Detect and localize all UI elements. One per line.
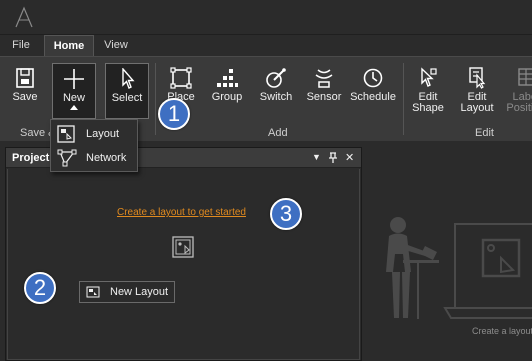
label-position-label-2: Position bbox=[506, 102, 532, 114]
new-dropdown-menu: Layout Network bbox=[50, 119, 138, 172]
callout-2: 2 bbox=[24, 272, 56, 304]
group-label: Group bbox=[211, 91, 243, 103]
panel-menu-icon[interactable]: ▼ bbox=[312, 152, 321, 162]
canvas-hint-text: Create a layout bbox=[472, 326, 532, 336]
layout-placeholder-icon bbox=[172, 236, 194, 258]
select-label: Select bbox=[111, 92, 143, 104]
tab-view[interactable]: View bbox=[98, 35, 134, 56]
switch-button[interactable]: Switch bbox=[256, 63, 296, 119]
new-layout-button[interactable]: New Layout bbox=[79, 281, 175, 303]
layout-icon bbox=[57, 125, 75, 143]
empty-canvas-illustration bbox=[386, 217, 532, 319]
group-label-edit: Edit bbox=[475, 127, 494, 139]
layout-icon bbox=[86, 286, 100, 298]
edit-shape-cursor-icon bbox=[421, 67, 437, 87]
schedule-button[interactable]: Schedule bbox=[349, 63, 397, 119]
new-label: New bbox=[62, 92, 85, 104]
pin-icon[interactable] bbox=[328, 152, 338, 164]
schedule-label: Schedule bbox=[350, 91, 396, 103]
sensor-wave-icon bbox=[315, 69, 333, 88]
switch-label: Switch bbox=[259, 91, 293, 103]
place-shape-icon bbox=[170, 67, 192, 89]
edit-shape-label-2: Shape bbox=[412, 102, 444, 114]
tab-home[interactable]: Home bbox=[44, 35, 94, 56]
edit-layout-button[interactable]: Edit Layout bbox=[457, 63, 497, 119]
clock-icon bbox=[363, 68, 383, 88]
panel-body bbox=[7, 169, 360, 360]
group-dots-icon bbox=[217, 69, 238, 87]
title-bar bbox=[0, 0, 532, 35]
new-button[interactable]: New bbox=[52, 63, 96, 119]
app-logo-icon bbox=[15, 6, 33, 28]
sensor-button[interactable]: Sensor bbox=[304, 63, 344, 119]
callout-3: 3 bbox=[270, 198, 302, 230]
tab-file[interactable]: File bbox=[6, 35, 36, 56]
plus-icon bbox=[64, 69, 84, 89]
save-icon bbox=[16, 68, 34, 88]
create-layout-link[interactable]: Create a layout to get started bbox=[117, 207, 246, 218]
network-icon bbox=[57, 149, 77, 167]
label-position-button[interactable]: Label Position bbox=[506, 63, 532, 119]
edit-layout-label-2: Layout bbox=[460, 102, 494, 114]
sensor-label: Sensor bbox=[306, 91, 342, 103]
label-grid-icon bbox=[518, 68, 532, 86]
save-label: Save bbox=[12, 91, 38, 103]
group-separator bbox=[403, 63, 404, 135]
save-button[interactable]: Save bbox=[8, 63, 42, 119]
dropdown-network-label: Network bbox=[86, 152, 127, 164]
edit-layout-icon bbox=[469, 67, 486, 89]
edit-shape-button[interactable]: Edit Shape bbox=[409, 63, 447, 119]
group-button[interactable]: Group bbox=[207, 63, 247, 119]
group-label-add: Add bbox=[268, 127, 288, 139]
dropdown-item-network[interactable]: Network bbox=[51, 146, 137, 170]
select-button[interactable]: Select bbox=[105, 63, 149, 119]
dropdown-item-layout[interactable]: Layout bbox=[51, 122, 137, 146]
dropdown-caret-icon[interactable] bbox=[70, 105, 78, 110]
close-icon[interactable]: ✕ bbox=[345, 151, 354, 164]
callout-1: 1 bbox=[158, 98, 190, 130]
group-separator bbox=[155, 63, 156, 135]
menu-bar: File Home View bbox=[0, 35, 532, 56]
cursor-arrow-icon bbox=[122, 68, 135, 89]
dropdown-layout-label: Layout bbox=[86, 128, 120, 140]
switch-dial-icon bbox=[266, 68, 286, 88]
new-layout-label: New Layout bbox=[110, 286, 169, 298]
